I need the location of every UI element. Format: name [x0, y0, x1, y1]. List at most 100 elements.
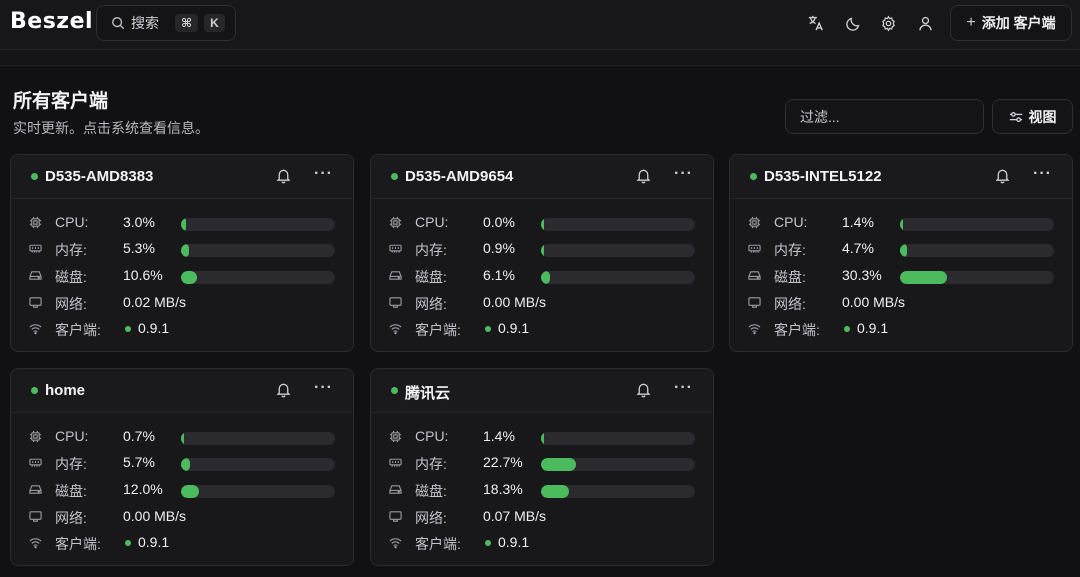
usage-bar	[181, 271, 335, 284]
metric-value: 6.1%	[483, 267, 515, 283]
metric-value: 1.4%	[483, 428, 515, 444]
usage-bar	[900, 218, 1054, 231]
metric-value: 30.3%	[842, 267, 882, 283]
metric-row-mem: 内存: 5.3%	[11, 239, 353, 259]
bell-icon[interactable]	[275, 167, 293, 185]
metric-value: 18.3%	[483, 481, 523, 497]
status-dot	[391, 387, 398, 394]
metric-row-disk: 磁盘: 18.3%	[371, 480, 713, 500]
network-icon	[748, 296, 762, 310]
bell-icon[interactable]	[275, 381, 293, 399]
system-name[interactable]: D535-AMD9654	[405, 168, 513, 185]
system-name[interactable]: home	[45, 382, 85, 399]
metric-label: CPU:	[415, 428, 449, 444]
status-dot	[391, 173, 398, 180]
usage-bar-fill	[541, 432, 544, 445]
usage-bar	[541, 271, 695, 284]
search-button[interactable]: 搜索 ⌘ K	[96, 5, 236, 41]
usage-bar-fill	[181, 432, 184, 445]
system-card[interactable]: home ··· CPU: 0.7% 内存: 5.7% 磁盘: 12.0% 网络: 0.00 MB…	[10, 368, 354, 566]
usage-bar	[181, 218, 335, 231]
metric-row-cpu: CPU: 0.7%	[11, 427, 353, 447]
system-name[interactable]: 腾讯云	[405, 382, 450, 403]
cpu-icon	[29, 430, 43, 444]
disk-icon	[389, 483, 403, 497]
metric-label: 网络:	[774, 296, 806, 312]
metric-row-cpu: CPU: 1.4%	[371, 427, 713, 447]
add-system-button[interactable]: + 添加 客户端	[950, 5, 1072, 41]
kbd-k: K	[204, 14, 225, 32]
usage-bar	[900, 244, 1054, 257]
system-card[interactable]: D535-INTEL5122 ··· CPU: 1.4% 内存: 4.7% 磁盘: 30.3%…	[729, 154, 1073, 352]
usage-bar	[541, 218, 695, 231]
memory-icon	[29, 456, 43, 470]
agent-version: 0.9.1	[857, 320, 889, 336]
add-system-label: 添加 客户端	[981, 15, 1056, 31]
sliders-icon	[1009, 110, 1023, 124]
usage-bar	[181, 485, 335, 498]
more-icon[interactable]: ···	[314, 165, 333, 183]
usage-bar-fill	[181, 458, 190, 471]
metric-row-agent: 客户端: 0.9.1	[11, 533, 353, 553]
metric-label: 磁盘:	[415, 483, 447, 499]
system-card-header: D535-AMD8383 ···	[11, 155, 353, 199]
usage-bar-fill	[900, 271, 947, 284]
metric-row-net: 网络: 0.00 MB/s	[11, 507, 353, 527]
app-logo[interactable]: Beszel	[10, 9, 93, 34]
system-card-header: home ···	[11, 369, 353, 413]
metric-row-disk: 磁盘: 6.1%	[371, 266, 713, 286]
user-icon[interactable]	[915, 13, 935, 33]
memory-icon	[748, 242, 762, 256]
status-dot	[750, 173, 757, 180]
gear-icon[interactable]	[878, 13, 898, 33]
metric-value: 0.02 MB/s	[123, 294, 187, 310]
more-icon[interactable]: ···	[674, 379, 693, 397]
usage-bar-fill	[541, 458, 576, 471]
metric-label: CPU:	[55, 428, 89, 444]
moon-icon[interactable]	[843, 13, 863, 33]
metric-row-agent: 客户端: 0.9.1	[730, 319, 1072, 339]
metric-label: 客户端:	[415, 322, 461, 338]
view-button[interactable]: 视图	[992, 99, 1073, 134]
usage-bar-fill	[541, 485, 570, 498]
more-icon[interactable]: ···	[314, 379, 333, 397]
usage-bar	[181, 458, 335, 471]
bell-icon[interactable]	[635, 167, 653, 185]
system-name[interactable]: D535-AMD8383	[45, 168, 153, 185]
usage-bar	[900, 271, 1054, 284]
system-card[interactable]: 腾讯云 ··· CPU: 1.4% 内存: 22.7% 磁盘: 18.3% 网络: 0.07 MB…	[370, 368, 714, 566]
metric-label: 客户端:	[55, 322, 101, 338]
translate-icon[interactable]	[806, 13, 826, 33]
metric-label: 磁盘:	[55, 483, 87, 499]
system-card[interactable]: D535-AMD8383 ··· CPU: 3.0% 内存: 5.3% 磁盘: 10.6% 网络…	[10, 154, 354, 352]
metric-value: 0.00 MB/s	[123, 508, 187, 524]
agent-status-dot	[844, 326, 850, 332]
search-shortcut: ⌘ K	[175, 14, 225, 32]
more-icon[interactable]: ···	[674, 165, 693, 183]
usage-bar	[181, 244, 335, 257]
network-icon	[29, 296, 43, 310]
usage-bar-fill	[541, 218, 544, 231]
metric-row-net: 网络: 0.07 MB/s	[371, 507, 713, 527]
more-icon[interactable]: ···	[1033, 165, 1052, 183]
usage-bar-fill	[900, 218, 903, 231]
filter-input[interactable]	[785, 99, 984, 134]
system-card[interactable]: D535-AMD9654 ··· CPU: 0.0% 内存: 0.9% 磁盘: 6.1% 网络:…	[370, 154, 714, 352]
bell-icon[interactable]	[994, 167, 1012, 185]
usage-bar-fill	[181, 485, 200, 498]
status-dot	[31, 387, 38, 394]
metric-label: 内存:	[55, 456, 87, 472]
status-dot	[31, 173, 38, 180]
metric-label: 客户端:	[774, 322, 820, 338]
system-name[interactable]: D535-INTEL5122	[764, 168, 882, 185]
wifi-icon	[29, 536, 43, 550]
network-icon	[29, 510, 43, 524]
memory-icon	[389, 242, 403, 256]
disk-icon	[29, 269, 43, 283]
metric-label: 内存:	[55, 242, 87, 258]
bell-icon[interactable]	[635, 381, 653, 399]
usage-bar-fill	[181, 271, 198, 284]
page-title: 所有客户端	[13, 91, 109, 112]
metric-row-cpu: CPU: 1.4%	[730, 213, 1072, 233]
disk-icon	[389, 269, 403, 283]
